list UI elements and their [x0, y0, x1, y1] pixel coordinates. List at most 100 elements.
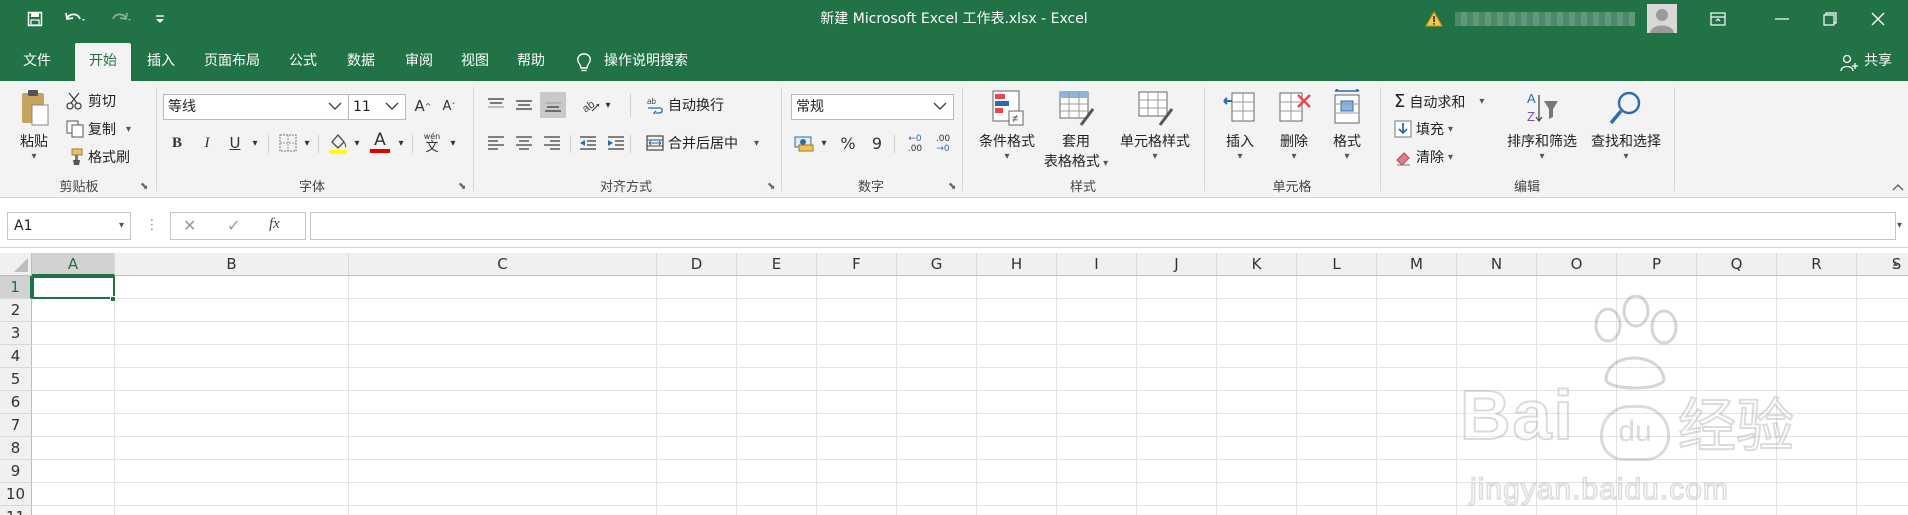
- column-header-c[interactable]: C: [349, 253, 657, 276]
- shrink-font-button[interactable]: Aˇ: [438, 95, 460, 117]
- enter-icon[interactable]: ✓: [227, 216, 240, 235]
- increase-indent-icon[interactable]: [604, 131, 628, 155]
- insert-cells-button[interactable]: 插入 ▾: [1214, 89, 1266, 175]
- paste-button[interactable]: 粘贴 ▾: [14, 87, 54, 177]
- column-header-j[interactable]: J: [1137, 253, 1217, 276]
- align-left-icon[interactable]: [484, 131, 508, 155]
- autosum-dropdown-icon[interactable]: ▾: [1479, 96, 1484, 107]
- redo-icon[interactable]: [104, 8, 138, 30]
- column-header-r[interactable]: R: [1777, 253, 1857, 276]
- row-header-8[interactable]: 8: [0, 437, 32, 460]
- increase-decimal-button[interactable]: ←0 .00: [902, 131, 928, 157]
- align-middle-icon[interactable]: [512, 93, 536, 117]
- collapse-ribbon-icon[interactable]: [1892, 181, 1904, 191]
- tab-page-layout[interactable]: 页面布局: [196, 43, 268, 81]
- align-center-icon[interactable]: [512, 131, 536, 155]
- column-header-d[interactable]: D: [657, 253, 737, 276]
- clear-dropdown-icon[interactable]: ▾: [1448, 152, 1453, 163]
- conditional-formatting-button[interactable]: ≠ 条件格式 ▾: [972, 89, 1042, 175]
- autosum-button[interactable]: Σ 自动求和 ▾: [1394, 91, 1484, 112]
- active-cell-a1[interactable]: [32, 276, 115, 299]
- merge-center-button[interactable]: 合并后居中 ▾: [646, 133, 759, 153]
- tab-help[interactable]: 帮助: [508, 43, 554, 81]
- cut-button[interactable]: 剪切: [66, 91, 116, 111]
- format-as-table-button[interactable]: 套用 表格格式 ▾: [1040, 89, 1112, 175]
- warning-icon[interactable]: [1422, 8, 1446, 30]
- font-size-select[interactable]: 11: [348, 94, 406, 120]
- row-header-3[interactable]: 3: [0, 322, 32, 345]
- percent-button[interactable]: %: [836, 131, 860, 155]
- column-header-e[interactable]: E: [737, 253, 817, 276]
- wrap-text-button[interactable]: ab 自动换行: [646, 95, 724, 115]
- fill-button[interactable]: 填充 ▾: [1394, 119, 1453, 139]
- align-right-icon[interactable]: [540, 131, 564, 155]
- alignment-launcher-icon[interactable]: ⬊: [767, 181, 775, 192]
- column-header-a[interactable]: A: [32, 253, 115, 276]
- copy-button[interactable]: 复制 ▾: [66, 119, 131, 139]
- insert-function-icon[interactable]: fx: [269, 216, 280, 233]
- cancel-icon[interactable]: ✕: [183, 216, 196, 235]
- formula-input[interactable]: [310, 212, 1896, 240]
- decrease-decimal-button[interactable]: .00 →0: [930, 131, 956, 157]
- row-header-4[interactable]: 4: [0, 345, 32, 368]
- row-header-1[interactable]: 1: [0, 276, 32, 299]
- scroll-up-icon[interactable]: ▴: [1893, 258, 1907, 272]
- column-header-q[interactable]: Q: [1697, 253, 1777, 276]
- share-button[interactable]: 共享: [1858, 43, 1898, 81]
- name-box[interactable]: A1 ▾: [7, 212, 131, 240]
- tab-formulas[interactable]: 公式: [280, 43, 326, 81]
- tab-view[interactable]: 视图: [452, 43, 498, 81]
- merge-dropdown-icon[interactable]: ▾: [754, 138, 759, 149]
- row-header-10[interactable]: 10: [0, 483, 32, 506]
- row-header-9[interactable]: 9: [0, 460, 32, 483]
- borders-dropdown-icon[interactable]: ▾: [300, 132, 314, 154]
- fill-handle[interactable]: [110, 296, 116, 302]
- row-header-2[interactable]: 2: [0, 299, 32, 322]
- italic-button[interactable]: I: [196, 132, 218, 154]
- tab-data[interactable]: 数据: [338, 43, 384, 81]
- column-header-n[interactable]: N: [1457, 253, 1537, 276]
- column-header-b[interactable]: B: [115, 253, 349, 276]
- save-icon[interactable]: [22, 8, 48, 30]
- currency-dropdown-icon[interactable]: ▾: [818, 131, 830, 155]
- select-all-button[interactable]: [0, 253, 32, 276]
- phonetic-button[interactable]: wén 文: [420, 128, 444, 156]
- phonetic-dropdown-icon[interactable]: ▾: [446, 132, 460, 154]
- orientation-dropdown-icon[interactable]: ▾: [602, 93, 614, 117]
- align-bottom-icon[interactable]: [540, 92, 566, 118]
- bold-button[interactable]: B: [166, 132, 188, 154]
- column-header-m[interactable]: M: [1377, 253, 1457, 276]
- cell-styles-button[interactable]: 单元格样式 ▾: [1114, 89, 1196, 175]
- tab-home[interactable]: 开始: [75, 43, 131, 81]
- column-header-i[interactable]: I: [1057, 253, 1137, 276]
- align-top-icon[interactable]: [484, 93, 508, 117]
- sort-filter-button[interactable]: AZ 排序和筛选 ▾: [1502, 89, 1582, 175]
- decrease-indent-icon[interactable]: [576, 131, 600, 155]
- worksheet-grid[interactable]: ABCDEFGHIJKLMNOPQRS 1234567891011 Bai du…: [0, 253, 1908, 515]
- font-launcher-icon[interactable]: ⬊: [458, 181, 466, 192]
- font-name-select[interactable]: 等线: [163, 94, 349, 120]
- row-header-11[interactable]: 11: [0, 506, 32, 515]
- column-header-o[interactable]: O: [1537, 253, 1617, 276]
- expand-formula-bar-icon[interactable]: ▾: [1897, 220, 1907, 231]
- row-header-5[interactable]: 5: [0, 368, 32, 391]
- format-cells-button[interactable]: 格式 ▾: [1322, 88, 1372, 175]
- clear-button[interactable]: 清除 ▾: [1394, 147, 1453, 167]
- font-color-button[interactable]: A: [368, 128, 392, 156]
- column-header-h[interactable]: H: [977, 253, 1057, 276]
- number-format-select[interactable]: 常规: [791, 94, 954, 120]
- find-select-button[interactable]: 查找和选择 ▾: [1584, 89, 1668, 175]
- underline-dropdown-icon[interactable]: ▾: [248, 132, 262, 154]
- delete-cells-button[interactable]: 删除 ▾: [1268, 89, 1320, 175]
- avatar[interactable]: [1647, 4, 1677, 33]
- name-box-dropdown-icon[interactable]: ▾: [119, 213, 124, 239]
- column-header-g[interactable]: G: [897, 253, 977, 276]
- close-icon[interactable]: [1848, 0, 1908, 37]
- clipboard-launcher-icon[interactable]: ⬊: [140, 181, 148, 192]
- borders-icon[interactable]: [276, 132, 300, 154]
- format-painter-button[interactable]: 格式刷: [66, 147, 130, 167]
- tab-insert[interactable]: 插入: [138, 43, 184, 81]
- column-header-p[interactable]: P: [1617, 253, 1697, 276]
- underline-button[interactable]: U: [224, 132, 246, 154]
- copy-dropdown-icon[interactable]: ▾: [126, 124, 131, 135]
